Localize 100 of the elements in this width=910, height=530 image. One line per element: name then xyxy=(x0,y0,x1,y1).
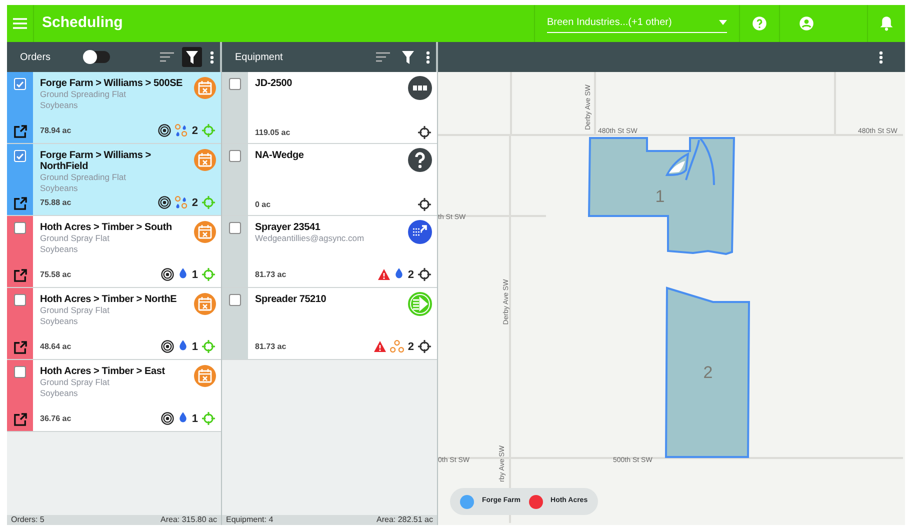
target-icon[interactable] xyxy=(158,196,171,210)
equipment-name: Sprayer 23541 xyxy=(255,222,322,233)
more-options-icon[interactable] xyxy=(426,50,430,64)
equipment-card[interactable]: JD-2500 119.05 ac xyxy=(222,72,437,144)
order-title: Forge Farm > Williams > 500SE xyxy=(40,78,184,89)
product-count: 1 xyxy=(192,268,198,282)
crop-name: Soybeans xyxy=(40,183,79,194)
order-title: Forge Farm > Williams > NorthField xyxy=(40,150,152,172)
panel-title: Equipment xyxy=(235,50,283,64)
equipment-card[interactable]: Sprayer 23541 Wedgeantillies@agsync.com 81.73 ac 2 xyxy=(222,216,437,288)
filter-button[interactable] xyxy=(182,47,202,67)
checkbox[interactable] xyxy=(14,222,26,234)
external-link-icon[interactable] xyxy=(14,413,26,426)
total-area: Area: 315.80 ac xyxy=(160,515,217,525)
orders-count: Orders: 5 xyxy=(11,515,44,525)
account-icon[interactable] xyxy=(799,16,814,31)
checkbox[interactable] xyxy=(229,222,241,234)
area-value: 81.73 ac xyxy=(255,340,286,353)
target-icon[interactable] xyxy=(160,412,174,426)
status-more-icon[interactable] xyxy=(408,76,432,100)
operation-type: Ground Spreading Flat xyxy=(40,89,127,100)
sort-icon[interactable] xyxy=(160,52,174,62)
order-card[interactable]: Hoth Acres > Timber > South Ground Spray Flat Soybeans 75.58 ac 1 xyxy=(7,216,221,288)
operation-type: Ground Spray Flat xyxy=(40,305,110,316)
checkbox[interactable] xyxy=(229,150,241,162)
notification-bell-icon[interactable] xyxy=(880,16,893,31)
help-icon[interactable] xyxy=(752,16,767,31)
checkbox[interactable] xyxy=(14,366,26,378)
operation-type: Ground Spray Flat xyxy=(40,233,110,244)
field-boundary[interactable] xyxy=(588,137,736,256)
more-options-icon[interactable] xyxy=(210,50,214,64)
crop-name: Soybeans xyxy=(40,316,79,327)
crop-name: Soybeans xyxy=(40,100,79,111)
equipment-card[interactable]: Spreader 75210 81.73 ac 2 xyxy=(222,288,437,360)
external-link-icon[interactable] xyxy=(14,341,26,354)
locate-icon[interactable] xyxy=(418,268,431,282)
operation-type: Ground Spray Flat xyxy=(40,377,110,388)
locate-icon[interactable] xyxy=(418,198,431,211)
warning-icon xyxy=(374,341,386,352)
warning-icon xyxy=(378,269,390,280)
more-options-icon[interactable] xyxy=(879,50,883,64)
operation-type: Ground Spreading Flat xyxy=(40,172,127,183)
product-count: 2 xyxy=(408,340,414,354)
external-link-icon[interactable] xyxy=(14,125,26,138)
product-count: 2 xyxy=(192,196,198,210)
area-value: 119.05 ac xyxy=(255,126,290,138)
granules-icon xyxy=(390,340,404,354)
order-title: Hoth Acres > Timber > NorthE xyxy=(40,294,178,305)
equipment-name: Spreader 75210 xyxy=(255,294,328,305)
order-title: Hoth Acres > Timber > East xyxy=(40,366,166,377)
sprayer-icon[interactable] xyxy=(408,220,432,244)
area-value: 48.64 ac xyxy=(40,340,72,353)
area-value: 75.58 ac xyxy=(40,268,72,281)
spreader-icon[interactable] xyxy=(408,292,432,316)
target-icon[interactable] xyxy=(160,340,174,354)
calendar-icon[interactable] xyxy=(194,76,216,99)
sort-icon[interactable] xyxy=(376,52,390,62)
panel-title: Orders xyxy=(20,50,52,64)
checkbox[interactable] xyxy=(229,294,241,306)
locate-icon[interactable] xyxy=(418,126,431,139)
field-number: 2 xyxy=(703,363,713,382)
product-count: 1 xyxy=(192,340,198,354)
filter-icon xyxy=(402,50,414,64)
locate-icon[interactable] xyxy=(418,340,431,354)
external-link-icon[interactable] xyxy=(14,197,26,210)
target-icon[interactable] xyxy=(160,268,174,282)
product-mix-icon xyxy=(174,124,188,138)
equipment-name: NA-Wedge xyxy=(255,150,305,161)
equipment-card[interactable]: NA-Wedge 0 ac xyxy=(222,144,437,216)
order-card[interactable]: Forge Farm > Williams > 500SE Ground Spreading Flat Soybeans 78.94 ac 2 xyxy=(7,72,221,144)
area-value: 78.94 ac xyxy=(40,124,72,137)
area-value: 81.73 ac xyxy=(255,268,286,281)
calendar-icon[interactable] xyxy=(194,292,216,315)
area-value: 36.76 ac xyxy=(40,412,72,425)
external-link-icon[interactable] xyxy=(14,269,26,282)
checkbox[interactable] xyxy=(14,294,26,306)
checkbox[interactable] xyxy=(229,78,241,90)
calendar-icon[interactable] xyxy=(194,220,216,243)
product-count: 1 xyxy=(192,412,198,426)
area-value: 75.88 ac xyxy=(40,196,72,209)
operator-email: Wedgeantillies@agsync.com xyxy=(255,233,366,244)
order-card[interactable]: Hoth Acres > Timber > NorthE Ground Spray Flat Soybeans 48.64 ac 1 xyxy=(7,288,221,360)
filter-icon xyxy=(186,50,198,64)
field-number: 1 xyxy=(655,187,665,206)
check-icon xyxy=(16,152,24,160)
menu-icon[interactable] xyxy=(13,18,27,29)
order-card[interactable]: Forge Farm > Williams > NorthField Ground Spreading Flat Soybeans 75.88 ac 2 xyxy=(7,144,221,216)
product-count: 2 xyxy=(408,268,414,282)
field-boundary[interactable] xyxy=(665,286,750,458)
check-icon xyxy=(16,80,24,88)
equipment-count: Equipment: 4 xyxy=(226,515,274,525)
caret-icon xyxy=(719,20,727,24)
calendar-icon[interactable] xyxy=(194,148,216,171)
question-icon[interactable] xyxy=(408,148,432,172)
toggle-switch[interactable] xyxy=(84,51,110,63)
crop-name: Soybeans xyxy=(40,244,79,255)
product-count: 2 xyxy=(192,124,198,138)
calendar-icon[interactable] xyxy=(194,364,216,387)
target-icon[interactable] xyxy=(158,124,171,138)
order-card[interactable]: Hoth Acres > Timber > East Ground Spray Flat Soybeans 36.76 ac 1 xyxy=(7,360,221,432)
